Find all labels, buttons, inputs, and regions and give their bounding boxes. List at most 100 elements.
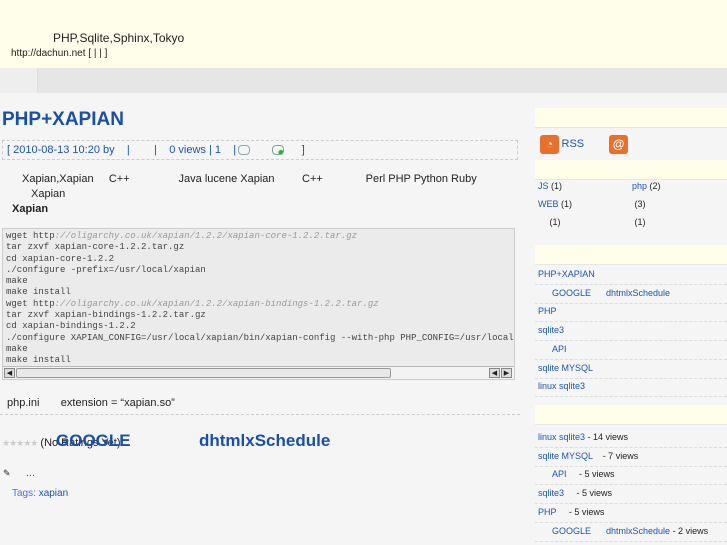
sidebar-header xyxy=(535,160,727,180)
tag-cloud-item[interactable]: WEB (1) xyxy=(538,199,572,209)
code-segment: wget http xyxy=(6,298,55,309)
code-segment: cd xapian-bindings-1.2.2 xyxy=(6,321,136,332)
recent-post-item[interactable]: PHP+XAPIAN xyxy=(535,266,727,285)
popular-post-item[interactable]: sqlite3 - 5 views xyxy=(535,485,727,505)
code-segment: make xyxy=(6,276,28,287)
tag-name[interactable]: JS xyxy=(538,181,549,191)
scroll-left-button[interactable]: ◀ xyxy=(4,368,15,378)
post-heading: Xapian xyxy=(12,203,49,215)
code-segment: ://oligarchy.co.uk/xapian/1.2.2/xapian-b… xyxy=(54,298,379,309)
code-segment: tar zxvf xapian-bindings-1.2.2.tar.gz xyxy=(6,310,206,321)
popular-post-item[interactable]: sqlite MYSQL - 7 views xyxy=(535,448,727,467)
tags: Tags: xapian xyxy=(12,488,69,499)
tag-count: (1) xyxy=(634,217,646,227)
tag-cloud-item[interactable]: (1) xyxy=(547,217,561,227)
code-segment: make install xyxy=(6,287,71,298)
recent-post-item[interactable]: PHP xyxy=(535,303,727,323)
more-link[interactable]: ... xyxy=(26,467,35,479)
popular-post-item[interactable]: PHP - 5 views xyxy=(535,504,727,523)
view-count: - 2 views xyxy=(670,525,709,536)
post-date: [ 2010-08-13 10:20 by | | xyxy=(7,144,170,156)
scroll-left-button-2[interactable]: ◀ xyxy=(489,368,500,378)
tag-cloud-item[interactable]: (3) xyxy=(632,199,646,209)
code-segment: tar zxvf xapian-core-1.2.2.tar.gz xyxy=(6,242,185,253)
view-count: - 7 views xyxy=(592,450,639,461)
comment-icon[interactable] xyxy=(238,145,251,156)
nav-tab-home[interactable] xyxy=(0,68,38,93)
add-comment-icon[interactable] xyxy=(272,145,285,156)
popular-post-link[interactable]: sqlite MYSQL xyxy=(538,451,593,461)
more-row: ✎ ... xyxy=(3,467,35,479)
popular-post-link[interactable]: linux sqlite3 xyxy=(538,432,585,442)
tag-cloud-item[interactable]: (1) xyxy=(632,217,646,227)
related-post-google[interactable]: GOOGLE xyxy=(56,431,131,451)
site-title: PHP,Sqlite,Sphinx,Tokyo xyxy=(53,31,185,45)
tag-link[interactable]: xapian xyxy=(39,488,68,499)
code-block: wget http://oligarchy.co.uk/xapian/1.2.2… xyxy=(2,228,515,380)
code-segment: cd xapian-core-1.2.2 xyxy=(6,253,115,264)
tag-name[interactable]: WEB xyxy=(538,199,559,209)
post-text: Xapian,Xapian C++ Java lucene Xapian C++… xyxy=(22,173,477,185)
recent-post-item[interactable]: sqlite MYSQL xyxy=(535,360,727,379)
popular-post-item[interactable]: GOOGLE dhtmlxSchedule - 2 views xyxy=(535,523,727,542)
post-meta: [ 2010-08-13 10:20 by | | 0 views | 1 | … xyxy=(2,140,518,160)
view-count: - 5 views xyxy=(556,506,605,517)
tag-cloud-item[interactable]: JS (1) xyxy=(538,181,562,191)
tag-count: (3) xyxy=(634,199,646,209)
recent-post-item[interactable]: GOOGLE dhtmlxSchedule xyxy=(535,285,727,304)
view-count: - 5 views xyxy=(566,469,615,480)
post-views: 0 views | 1 | xyxy=(169,144,237,156)
rating-stars-icon[interactable]: ★★★★★ xyxy=(2,438,38,448)
related-post-dhtmlx[interactable]: dhtmlxSchedule xyxy=(199,431,330,451)
popular-post-item[interactable]: linux sqlite3 - 14 views xyxy=(535,429,727,448)
nav-bar xyxy=(0,68,727,93)
recent-post-item[interactable]: sqlite3 xyxy=(535,322,727,342)
post-title[interactable]: PHP+XAPIAN xyxy=(2,109,124,131)
recent-post-link[interactable]: linux sqlite3 xyxy=(538,381,585,391)
tag-name[interactable]: php xyxy=(632,181,647,191)
view-count: - 5 views xyxy=(564,488,613,499)
tag-count: (1) xyxy=(551,181,563,191)
tag-count: (1) xyxy=(549,217,561,227)
code-segment: ./configure XAPIAN_CONFIG=/usr/local/xap… xyxy=(6,332,515,343)
scroll-right-button[interactable]: ▶ xyxy=(501,368,512,378)
code-segment: make xyxy=(6,343,28,354)
horizontal-scrollbar[interactable]: ◀ ◀ ▶ xyxy=(3,366,514,379)
ini-text: php.ini extension = “xapian.so” xyxy=(7,397,175,409)
recent-post-link[interactable]: API xyxy=(552,344,567,354)
scroll-thumb[interactable] xyxy=(16,368,391,378)
tag-count: (2) xyxy=(649,181,661,191)
rss-link[interactable]: RSS xyxy=(562,138,585,150)
recent-post-link[interactable]: PHP+XAPIAN xyxy=(538,269,595,279)
popular-post-link[interactable]: API xyxy=(552,469,567,479)
code-segment: ./configure -prefix=/usr/local/xapian xyxy=(6,264,206,275)
sidebar-header xyxy=(535,405,727,425)
popular-post-link[interactable]: sqlite3 xyxy=(538,488,564,498)
site-subtitle: http://dachun.net [ | | ] xyxy=(11,48,108,59)
recent-post-link[interactable]: sqlite MYSQL xyxy=(538,363,593,373)
edit-icon[interactable]: ✎ xyxy=(3,468,11,478)
divider xyxy=(0,414,520,415)
view-count: - 14 views xyxy=(585,432,629,442)
code-segment: make install xyxy=(6,355,71,366)
popular-post-item[interactable]: API - 5 views xyxy=(535,466,727,486)
recent-post-link[interactable]: GOOGLE dhtmlxSchedule xyxy=(552,288,670,298)
email-icon[interactable]: @ xyxy=(609,135,629,154)
popular-post-link[interactable]: GOOGLE dhtmlxSchedule xyxy=(552,526,670,536)
subscribe-row: ◔ RSS @ xyxy=(540,135,629,154)
recent-post-item[interactable]: linux sqlite3 xyxy=(535,378,727,398)
code-text: wget http://oligarchy.co.uk/xapian/1.2.2… xyxy=(3,229,514,369)
code-segment: ://oligarchy.co.uk/xapian/1.2.2/xapian-c… xyxy=(54,231,358,241)
recent-post-item[interactable]: API xyxy=(535,341,727,360)
code-segment: wget http xyxy=(6,231,55,241)
post-text: Xapian xyxy=(31,188,66,200)
popular-post-link[interactable]: PHP xyxy=(538,507,556,517)
rss-icon[interactable]: ◔ xyxy=(540,135,559,154)
recent-post-link[interactable]: sqlite3 xyxy=(538,325,564,335)
sidebar-header xyxy=(535,245,727,265)
tag-count: (1) xyxy=(561,199,573,209)
recent-post-link[interactable]: PHP xyxy=(538,306,557,316)
site-header: PHP,Sqlite,Sphinx,Tokyo http://dachun.ne… xyxy=(0,0,727,68)
sidebar-header xyxy=(535,108,727,128)
tag-cloud-item[interactable]: php (2) xyxy=(632,181,661,191)
